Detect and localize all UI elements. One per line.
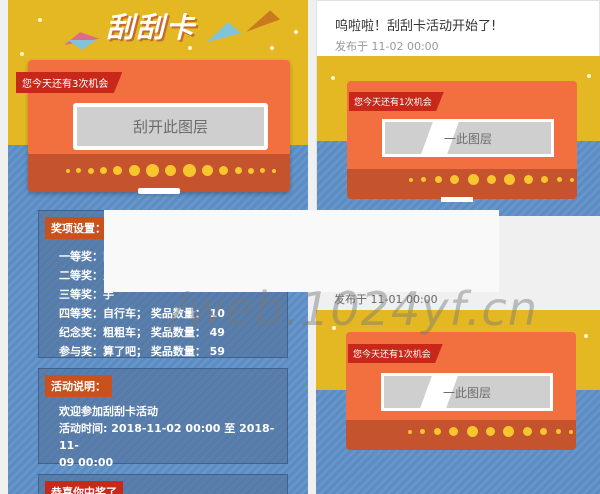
post-preview-image[interactable]: 您今天还有1次机会 一此图层 [316, 310, 600, 494]
scratch-layer-label: 一此图层 [443, 131, 492, 146]
chance-badge: 您今天还有1次机会 [349, 92, 444, 111]
blank-overlay [104, 210, 499, 292]
page-title: 刮刮卡 [106, 11, 197, 44]
winner-header: 恭喜你中奖了 [45, 481, 123, 494]
watermark: /web.1024yf.cn [170, 282, 538, 336]
prize-settings-header: 奖项设置： [45, 217, 112, 239]
chance-badge: 您今天还有3次机会 [16, 72, 123, 93]
sparkle-dot [270, 46, 274, 50]
sparkle-dot [188, 46, 192, 50]
post-preview-image[interactable]: 您今天还有1次机会 一此图层 [317, 56, 600, 216]
scratch-area[interactable]: 刮开此图层 [73, 103, 268, 150]
chance-badge: 您今天还有1次机会 [348, 344, 443, 363]
activity-description-panel: 活动说明： 欢迎参加刮刮卡活动 活动时间: 2018-11-02 00:00 至… [38, 368, 288, 469]
activity-description-header: 活动说明： [45, 375, 112, 397]
winner-panel: 恭喜你中奖了 [38, 474, 288, 494]
post-date: 发布于 11-02 00:00 [335, 40, 439, 53]
decorative-light-dots [408, 426, 573, 437]
sparkle-dot [38, 18, 42, 22]
sparkle-dot [20, 52, 24, 56]
confetti-triangle [68, 40, 96, 50]
card-handle [138, 188, 180, 194]
scratch-layer-label: 一此图层 [442, 385, 491, 400]
sparkle-dot [294, 30, 298, 34]
activity-time-text-cont: 09 00:00 [59, 456, 114, 469]
scratch-area: 一此图层 [381, 373, 553, 411]
scratch-area: 一此图层 [382, 119, 554, 157]
prize-row: 参与奖：算了吧； 奖品数量： 59 [59, 345, 225, 358]
post-title[interactable]: 呜啦啦！刮刮卡活动开始了! [335, 15, 496, 34]
decorative-light-dots [409, 174, 574, 185]
post-card[interactable]: 呜啦啦！刮刮卡活动开始了! 发布于 11-02 00:00 您今天还有1次机会 … [316, 0, 600, 216]
activity-time-text: 活动时间: 2018-11-02 00:00 至 2018-11- [59, 422, 275, 452]
activity-welcome-text: 欢迎参加刮刮卡活动 [59, 405, 158, 418]
scratch-layer[interactable]: 刮开此图层 [77, 107, 264, 146]
decorative-light-dots [66, 164, 276, 177]
